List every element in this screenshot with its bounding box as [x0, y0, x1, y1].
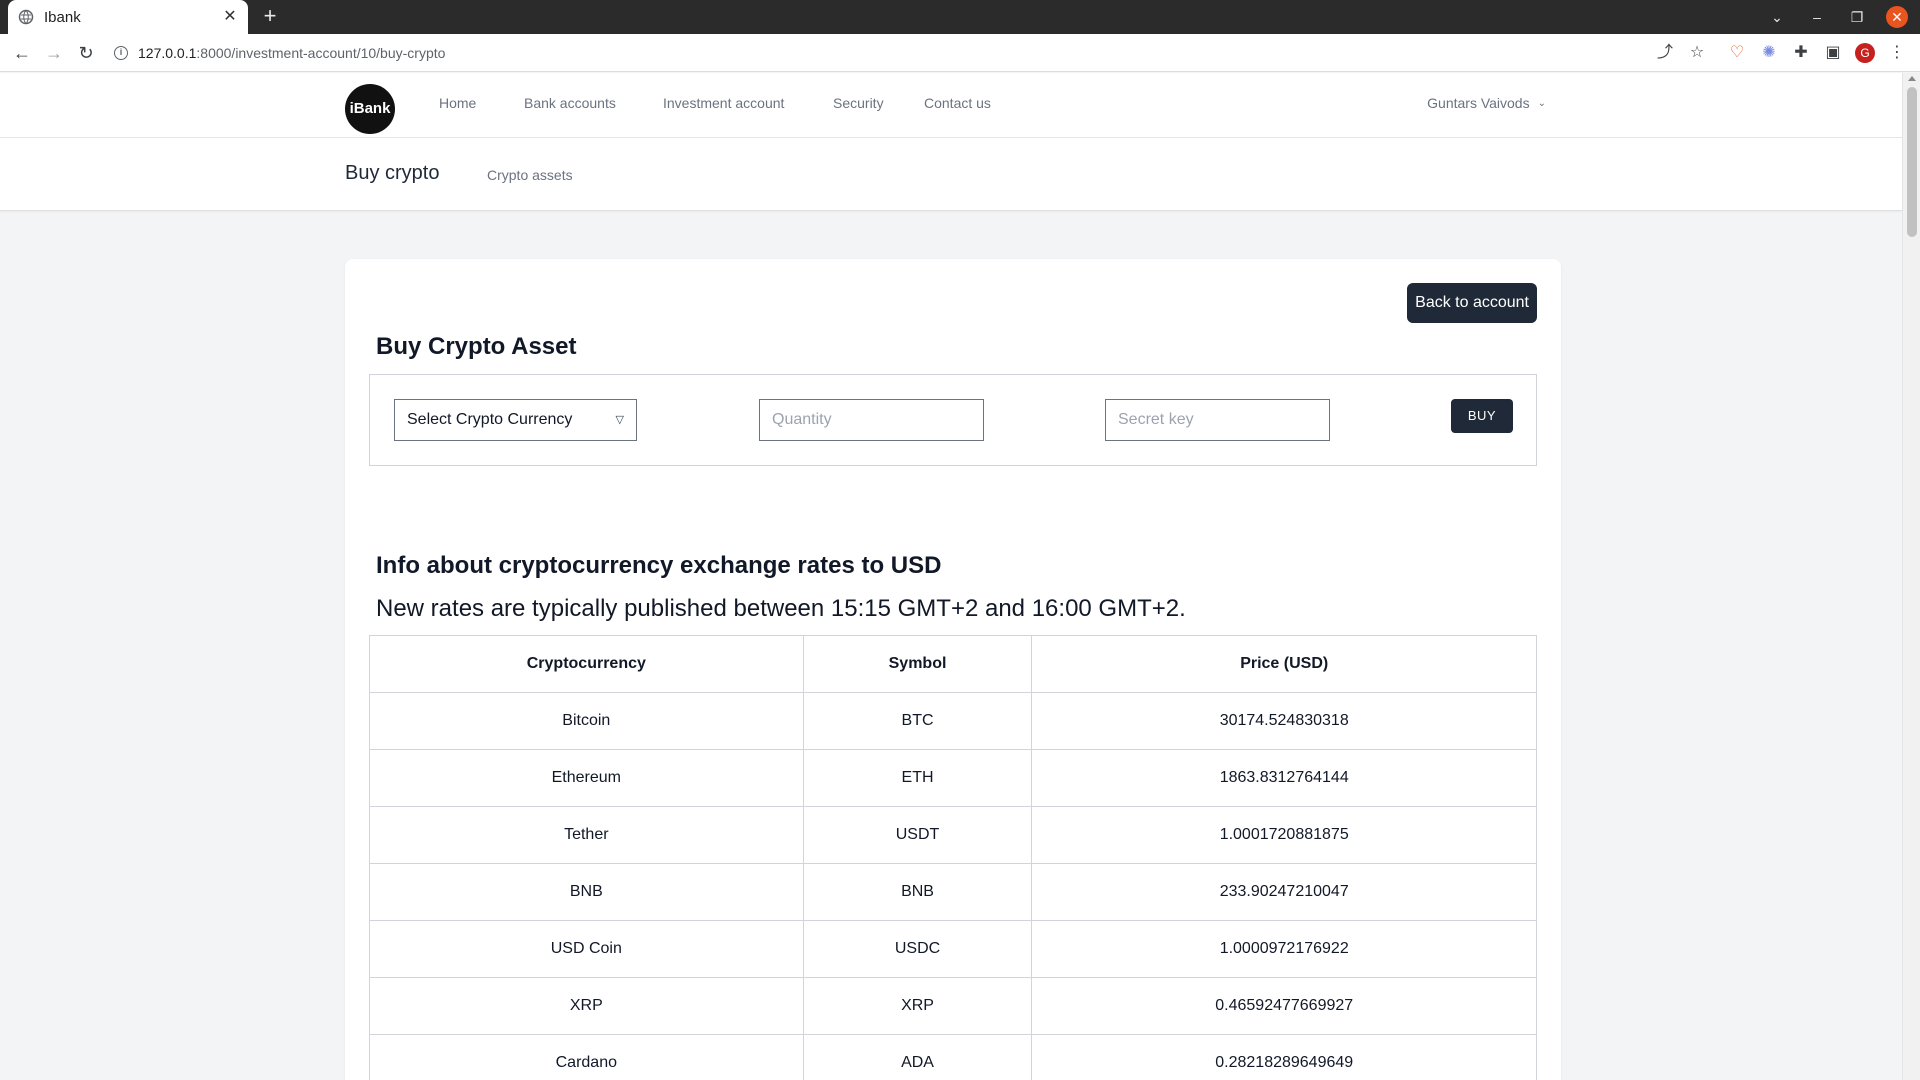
column-header: Price (USD) [1031, 635, 1537, 693]
crypto-currency-select[interactable]: Select Crypto Currency ▽ [394, 399, 637, 441]
price-cell: 1.0001720881875 [1031, 806, 1537, 864]
reload-icon[interactable]: ↻ [75, 42, 97, 64]
table-row: USD Coin USDC 1.0000972176922 [369, 920, 1537, 978]
crypto-name-cell: Cardano [369, 1034, 804, 1080]
browser-menu-icon[interactable]: ⋮ [1887, 43, 1907, 63]
symbol-cell: BNB [802, 863, 1033, 921]
url-field[interactable]: i 127.0.0.1:8000/investment-account/10/b… [114, 42, 1644, 64]
forward-arrow-icon[interactable]: → [43, 42, 65, 64]
buy-button[interactable]: BUY [1451, 399, 1513, 433]
column-header: Symbol [802, 635, 1033, 693]
nav-link-bank-accounts[interactable]: Bank accounts [524, 95, 616, 111]
table-row: BNB BNB 233.90247210047 [369, 863, 1537, 921]
extensions-puzzle-icon[interactable]: ✚ [1791, 43, 1811, 63]
table-header-row: Cryptocurrency Symbol Price (USD) [369, 635, 1537, 693]
price-cell: 233.90247210047 [1031, 863, 1537, 921]
page-scrollbar[interactable] [1902, 73, 1920, 1080]
bookmark-star-icon[interactable]: ☆ [1687, 43, 1707, 63]
site-info-icon[interactable]: i [114, 46, 128, 60]
close-tab-icon[interactable]: ✕ [222, 9, 238, 25]
browser-tab-bar: Ibank ✕ + ⌄ – ❐ ✕ [0, 0, 1920, 34]
table-row: XRP XRP 0.46592477669927 [369, 977, 1537, 1035]
page-title[interactable]: Buy crypto [345, 162, 439, 185]
table-row: Cardano ADA 0.28218289649649 [369, 1034, 1537, 1080]
crypto-name-cell: XRP [369, 977, 804, 1035]
restore-icon[interactable]: ❐ [1846, 6, 1868, 28]
browser-tab[interactable]: Ibank ✕ [8, 0, 248, 34]
buy-form: Select Crypto Currency ▽ Quantity Secret… [369, 374, 1537, 466]
ibank-logo[interactable]: iBank [345, 84, 395, 134]
price-cell: 0.28218289649649 [1031, 1034, 1537, 1080]
content-card: Back to account Buy Crypto Asset Select … [345, 259, 1561, 1080]
nav-link-investment-account[interactable]: Investment account [663, 95, 784, 111]
table-row: Ethereum ETH 1863.8312764144 [369, 749, 1537, 807]
quantity-input[interactable]: Quantity [759, 399, 984, 441]
buy-crypto-heading: Buy Crypto Asset [376, 333, 577, 360]
address-bar: ← → ↻ i 127.0.0.1:8000/investment-accoun… [0, 34, 1920, 72]
top-navigation: iBank Home Bank accounts Investment acco… [0, 73, 1902, 138]
window-close-icon[interactable]: ✕ [1886, 6, 1908, 28]
symbol-cell: ADA [802, 1034, 1033, 1080]
symbol-cell: ETH [802, 749, 1033, 807]
rates-title: Info about cryptocurrency exchange rates… [376, 552, 942, 579]
url-host: 127.0.0.1 [138, 45, 197, 61]
tab-search-icon[interactable]: ⌄ [1766, 6, 1788, 28]
crypto-name-cell: USD Coin [369, 920, 804, 978]
crypto-name-cell: BNB [369, 863, 804, 921]
table-row: Bitcoin BTC 30174.524830318 [369, 692, 1537, 750]
symbol-cell: BTC [802, 692, 1033, 750]
scrollbar-thumb[interactable] [1907, 87, 1917, 237]
crypto-name-cell: Bitcoin [369, 692, 804, 750]
back-to-account-button[interactable]: Back to account [1407, 283, 1537, 323]
tab-title: Ibank [44, 8, 81, 26]
sub-header: Buy crypto Crypto assets [0, 138, 1902, 211]
globe-icon [18, 9, 34, 25]
symbol-cell: XRP [802, 977, 1033, 1035]
secret-key-input[interactable]: Secret key [1105, 399, 1330, 441]
price-cell: 0.46592477669927 [1031, 977, 1537, 1035]
select-value: Select Crypto Currency [407, 411, 573, 428]
extension-gear-icon[interactable]: ✺ [1759, 43, 1779, 63]
chevron-down-icon: ⌄ [1537, 97, 1546, 109]
price-cell: 1.0000972176922 [1031, 920, 1537, 978]
back-arrow-icon[interactable]: ← [11, 42, 33, 64]
symbol-cell: USDC [802, 920, 1033, 978]
profile-avatar[interactable]: G [1855, 43, 1875, 63]
price-cell: 30174.524830318 [1031, 692, 1537, 750]
nav-link-home[interactable]: Home [439, 95, 476, 111]
price-cell: 1863.8312764144 [1031, 749, 1537, 807]
chevron-down-icon: ▽ [615, 414, 624, 426]
scroll-up-arrow-icon[interactable] [1908, 76, 1916, 81]
share-icon[interactable]: ⤴ [1655, 43, 1675, 63]
user-menu[interactable]: Guntars Vaivods ⌄ [1427, 95, 1546, 111]
nav-link-contact-us[interactable]: Contact us [924, 95, 991, 111]
rates-subtitle: New rates are typically published betwee… [376, 595, 1186, 622]
url-path: :8000/investment-account/10/buy-crypto [196, 45, 446, 61]
table-row: Tether USDT 1.0001720881875 [369, 806, 1537, 864]
side-panel-icon[interactable]: ▣ [1823, 43, 1843, 63]
crypto-assets-link[interactable]: Crypto assets [487, 167, 573, 183]
user-name: Guntars Vaivods [1427, 95, 1530, 111]
crypto-name-cell: Ethereum [369, 749, 804, 807]
crypto-name-cell: Tether [369, 806, 804, 864]
new-tab-icon[interactable]: + [258, 5, 282, 29]
page: iBank Home Bank accounts Investment acco… [0, 73, 1902, 1080]
nav-link-security[interactable]: Security [833, 95, 884, 111]
minimize-icon[interactable]: – [1806, 6, 1828, 28]
exchange-rates-table: Cryptocurrency Symbol Price (USD) Bitcoi… [369, 635, 1537, 1080]
column-header: Cryptocurrency [369, 635, 804, 693]
symbol-cell: USDT [802, 806, 1033, 864]
extension-shield-icon[interactable]: ♡ [1727, 43, 1747, 63]
